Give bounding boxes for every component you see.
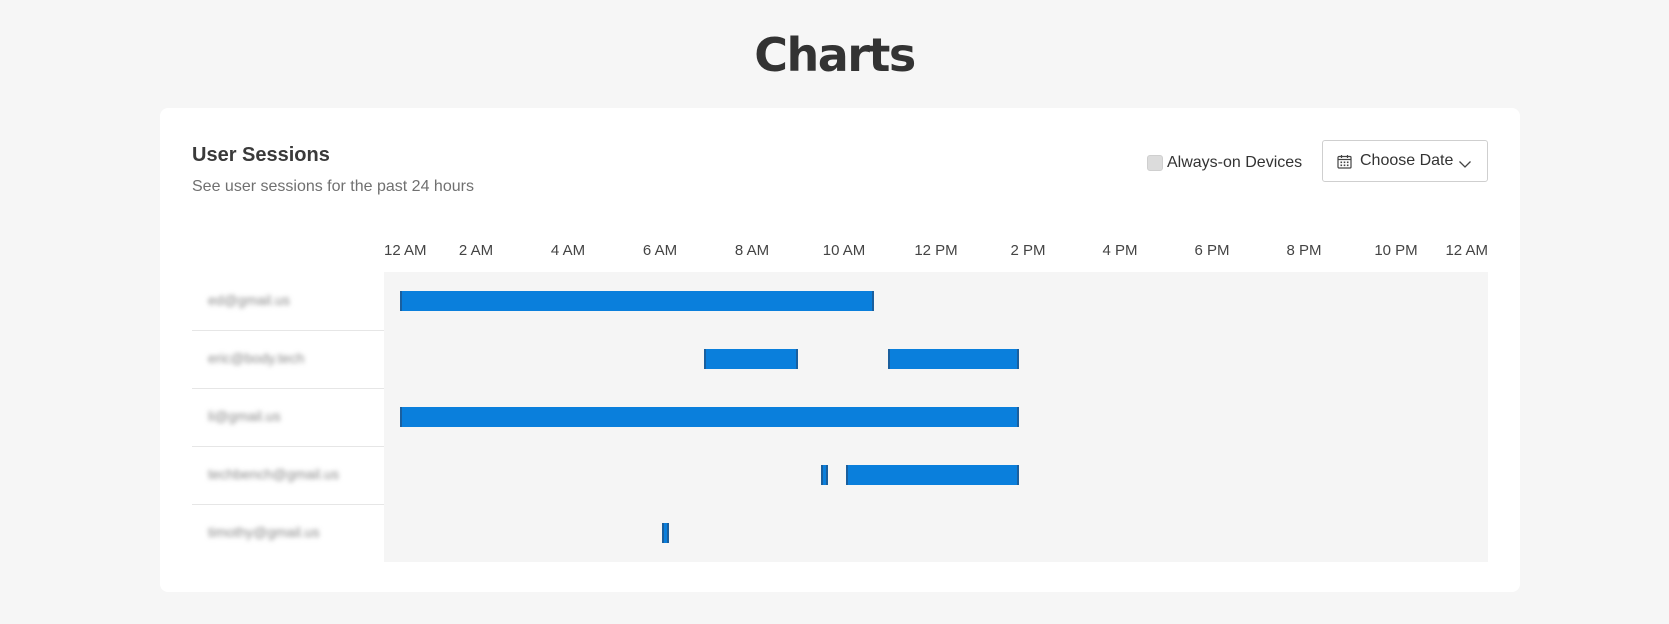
session-bar[interactable] — [821, 465, 828, 485]
calendar-icon — [1337, 154, 1352, 169]
always-on-label: Always-on Devices — [1167, 154, 1303, 171]
session-bar[interactable] — [703, 349, 798, 369]
session-track — [384, 504, 1488, 562]
axis-tick-label: 2 PM — [1010, 242, 1046, 259]
table-row: techbench@gmail.us — [192, 446, 1488, 504]
session-track — [384, 388, 1488, 446]
session-bar[interactable] — [887, 349, 1019, 369]
chevron-down-icon — [1458, 156, 1472, 168]
user-sessions-card: User Sessions See user sessions for the … — [160, 108, 1520, 592]
axis-tick-label: 8 AM — [734, 242, 770, 259]
session-bar[interactable] — [400, 407, 1019, 427]
session-track — [384, 330, 1488, 388]
session-track — [384, 272, 1488, 330]
table-row: timothy@gmail.us — [192, 504, 1488, 562]
axis-tick-label: 6 AM — [642, 242, 678, 259]
axis-tick-label: 10 AM — [822, 242, 866, 259]
axis-tick-label: 6 PM — [1194, 242, 1230, 259]
session-bar[interactable] — [400, 291, 874, 311]
axis-tick-label: 4 PM — [1102, 242, 1138, 259]
session-bar[interactable] — [662, 523, 670, 543]
table-row: ed@gmail.us — [192, 272, 1488, 330]
table-row: eric@body.tech — [192, 330, 1488, 388]
table-row: li@gmail.us — [192, 388, 1488, 446]
card-title: User Sessions — [192, 144, 330, 166]
choose-date-label: Choose Date — [1360, 152, 1454, 169]
axis-tick-label: 12 AM — [1445, 242, 1488, 259]
axis-tick-label: 8 PM — [1286, 242, 1322, 259]
time-axis: 12 AM 2 AM 4 AM 6 AM 8 AM 10 AM 12 PM 2 PM 4 PM 6… — [384, 242, 1488, 264]
axis-tick-label: 12 AM — [384, 242, 427, 259]
page-title: Charts — [754, 28, 916, 82]
user-email-label: timothy@gmail.us — [208, 524, 320, 540]
session-bar[interactable] — [846, 465, 1019, 485]
user-email-label: li@gmail.us — [208, 408, 281, 424]
user-email-label: techbench@gmail.us — [208, 466, 339, 482]
axis-tick-label: 2 AM — [458, 242, 494, 259]
axis-tick-label: 10 PM — [1374, 242, 1418, 259]
choose-date-button[interactable]: Choose Date — [1322, 140, 1488, 182]
axis-tick-label: 4 AM — [550, 242, 586, 259]
card-subtitle: See user sessions for the past 24 hours — [192, 178, 474, 195]
user-email-label: eric@body.tech — [208, 350, 305, 366]
sessions-timeline: ed@gmail.us eric@body.tech li@gmail.us tech… — [192, 272, 1488, 562]
always-on-checkbox[interactable] — [1147, 155, 1163, 171]
axis-tick-label: 12 PM — [914, 242, 958, 259]
user-email-label: ed@gmail.us — [208, 292, 290, 308]
always-on-devices-toggle[interactable]: Always-on Devices — [1147, 154, 1302, 172]
session-track — [384, 446, 1488, 504]
